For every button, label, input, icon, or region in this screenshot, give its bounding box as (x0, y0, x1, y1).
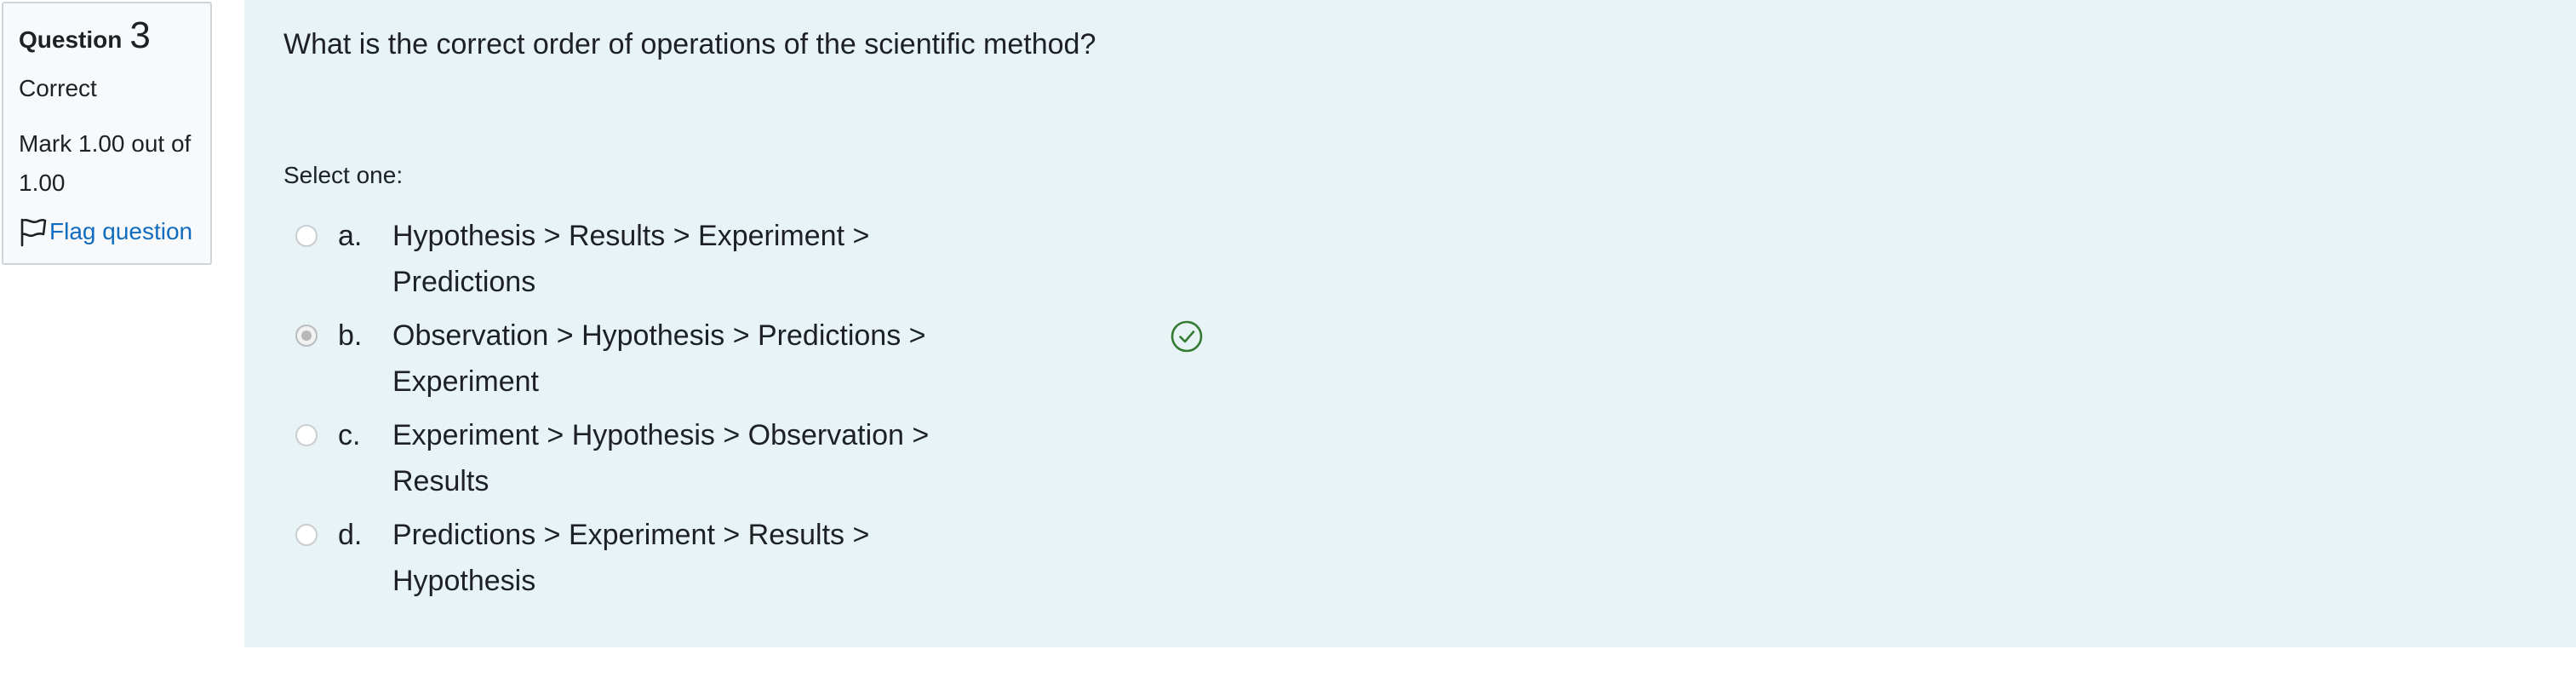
answer-radio-c[interactable] (295, 424, 318, 446)
answer-text: Hypothesis > Results > Experiment > Pred… (392, 220, 870, 298)
question-grade: Mark 1.00 out of 1.00 (19, 130, 192, 196)
answer-option-a[interactable]: a. Hypothesis > Results > Experiment > P… (295, 213, 1249, 313)
question-label: Question (19, 26, 123, 53)
answer-letter: b. (338, 319, 363, 352)
flag-icon (20, 218, 47, 247)
answer-letter: a. (338, 220, 363, 252)
answer-radio-a[interactable] (295, 225, 318, 247)
flag-question-link[interactable]: Flag question (19, 215, 195, 249)
answer-option-c[interactable]: c. Experiment > Hypothesis > Observation… (295, 412, 1249, 512)
select-prompt: Select one: (283, 162, 404, 188)
answer-text: Predictions > Experiment > Results > Hyp… (392, 519, 870, 597)
answer-radio-b[interactable] (295, 325, 318, 347)
answer-letter: d. (338, 519, 363, 551)
answer-option-d[interactable]: d. Predictions > Experiment > Results > … (295, 512, 1249, 612)
check-circle-icon (1171, 320, 1203, 353)
question-content: What is the correct order of operations … (244, 0, 2576, 647)
question-text: What is the correct order of operations … (283, 28, 1096, 60)
question-info-panel: Question 3 Correct Mark 1.00 out of 1.00… (2, 2, 212, 265)
question-number: 3 (129, 14, 151, 56)
answer-option-b[interactable]: b. Observation > Hypothesis > Prediction… (295, 313, 1249, 412)
answer-radio-d[interactable] (295, 524, 318, 546)
answer-letter: c. (338, 419, 361, 451)
answer-text: Experiment > Hypothesis > Observation > … (392, 419, 930, 497)
answer-text: Observation > Hypothesis > Predictions >… (392, 319, 926, 398)
flag-question-label: Flag question (49, 218, 193, 244)
question-number-heading: Question 3 (19, 17, 195, 55)
question-state: Correct (19, 75, 97, 101)
answer-list: a. Hypothesis > Results > Experiment > P… (295, 213, 1249, 612)
quiz-page: Question 3 Correct Mark 1.00 out of 1.00… (0, 0, 2576, 678)
